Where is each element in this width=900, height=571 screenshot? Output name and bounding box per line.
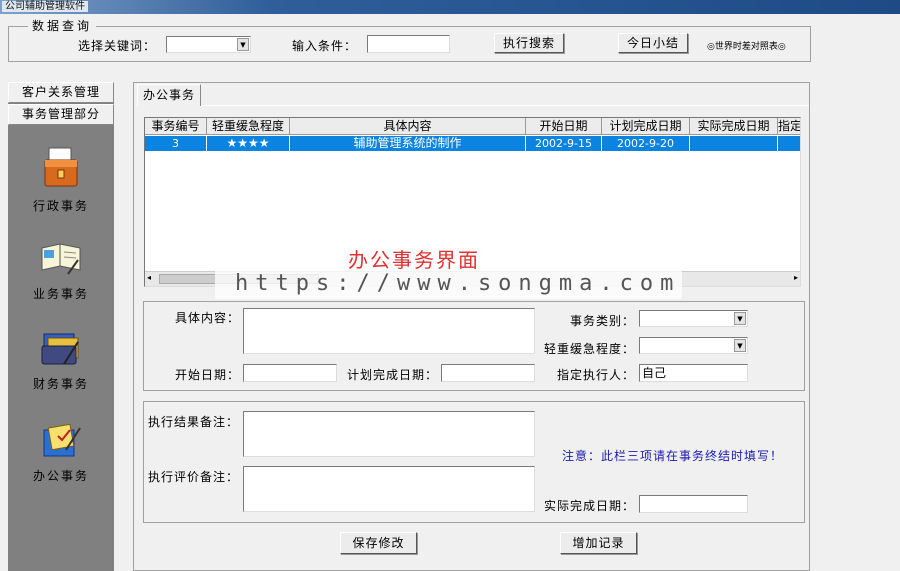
title-bar: 公司辅助管理软件 (0, 0, 900, 14)
result-note-label: 执行结果备注： (148, 415, 240, 429)
evaluation-input[interactable] (243, 466, 535, 512)
keyword-label: 选择关键词： (78, 39, 157, 53)
condition-input[interactable] (367, 35, 450, 53)
category-label: 事务类别： (570, 314, 636, 328)
window-title: 公司辅助管理软件 (2, 1, 88, 12)
cell-id[interactable]: 3 (145, 136, 207, 151)
assignee-label: 指定执行人： (557, 368, 636, 382)
category-select[interactable]: ▼ (639, 310, 748, 327)
chevron-down-icon[interactable]: ▼ (237, 38, 249, 51)
office-icon (43, 423, 81, 457)
assignee-input[interactable]: 自己 (639, 364, 748, 382)
cell-planned[interactable]: 2002-9-20 (602, 136, 690, 151)
sidebar-tab-affairs[interactable]: 事务管理部分 (8, 104, 114, 125)
nav-office-affairs[interactable]: 办公事务 (8, 420, 114, 484)
planned-date-label: 计划完成日期： (347, 368, 439, 382)
nav-finance-label: 财务事务 (32, 377, 89, 391)
cell-actual[interactable] (690, 136, 778, 151)
column-header[interactable]: 实际完成日期 (690, 118, 778, 135)
cell-priority[interactable]: ★★★★ (207, 136, 290, 151)
cell-start[interactable]: 2002-9-15 (526, 136, 602, 151)
nav-business-affairs[interactable]: 业务事务 (8, 238, 114, 302)
tab-divider (201, 105, 809, 106)
column-header[interactable]: 计划完成日期 (602, 118, 690, 135)
watermark: https://www.songma.com (215, 269, 682, 299)
world-time-link[interactable]: ◎世界时差对照表◎ (707, 39, 786, 52)
chevron-down-icon[interactable]: ▼ (734, 339, 746, 352)
chevron-down-icon[interactable]: ▼ (734, 312, 746, 325)
column-header[interactable]: 事务编号 (145, 118, 207, 135)
folder-icon (44, 147, 78, 187)
cell-assignee[interactable] (778, 136, 800, 151)
column-header[interactable]: 具体内容 (290, 118, 526, 135)
nav-business-label: 业务事务 (32, 287, 89, 301)
actual-date-input[interactable] (639, 495, 748, 513)
add-record-button[interactable]: 增加记录 (560, 532, 637, 554)
notice-text: 注意：此栏三项请在事务终结时填写！ (562, 449, 784, 463)
sidebar-tab-customer[interactable]: 客户关系管理 (8, 82, 114, 103)
priority-label: 轻重缓急程度： (544, 342, 636, 356)
column-header[interactable]: 轻重缓急程度 (207, 118, 290, 135)
actual-date-label: 实际完成日期： (544, 499, 636, 513)
keyword-select[interactable]: ▼ (166, 36, 251, 53)
start-date-label: 开始日期： (175, 368, 241, 382)
tab-office-affairs[interactable]: 办公事务 (137, 84, 201, 106)
nav-office-label: 办公事务 (32, 469, 89, 483)
content-label: 具体内容： (175, 311, 241, 325)
search-button[interactable]: 执行搜索 (494, 33, 564, 53)
save-button[interactable]: 保存修改 (340, 532, 417, 554)
daily-summary-button[interactable]: 今日小结 (618, 33, 688, 53)
search-legend: 数据查询 (28, 17, 97, 34)
column-header[interactable]: 开始日期 (526, 118, 602, 135)
condition-label: 输入条件： (292, 39, 358, 53)
evaluation-label: 执行评价备注： (148, 470, 240, 484)
cell-content[interactable]: 辅助管理系统的制作 (290, 136, 526, 151)
scroll-right-icon[interactable]: ▸ (794, 273, 798, 282)
nav-admin-label: 行政事务 (32, 199, 89, 213)
nav-finance-affairs[interactable]: 财务事务 (8, 328, 114, 392)
scroll-left-icon[interactable]: ◂ (147, 273, 151, 282)
column-header[interactable]: 指定 (778, 118, 800, 135)
content-input[interactable] (243, 308, 535, 354)
nav-admin-affairs[interactable]: 行政事务 (8, 146, 114, 214)
result-note-input[interactable] (243, 411, 535, 457)
finance-icon (41, 333, 79, 365)
priority-select[interactable]: ▼ (639, 337, 748, 354)
start-date-input[interactable] (243, 364, 337, 382)
planned-date-input[interactable] (441, 364, 535, 382)
notebook-icon (41, 243, 81, 275)
